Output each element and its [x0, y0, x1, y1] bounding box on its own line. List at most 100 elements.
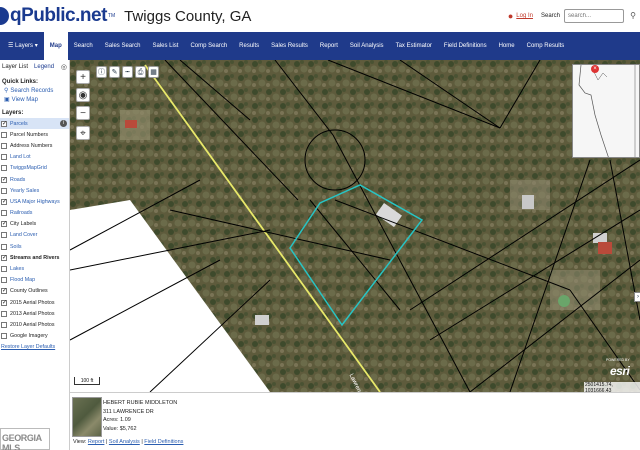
nav-sales-results[interactable]: Sales Results — [265, 32, 314, 60]
layer-row[interactable]: ✓ USA Major Highways — [0, 196, 69, 207]
overview-map[interactable] — [572, 64, 640, 158]
nav-comp-search[interactable]: Comp Search — [184, 32, 233, 60]
coordinate-readout: 2501415.74, 1031666.43 — [584, 382, 640, 392]
parcel-details: HEBERT RUBIE MIDDLETON 311 LAWRENCE DR A… — [103, 399, 177, 433]
layer-label: Parcel Numbers — [10, 131, 48, 138]
layer-label: Land Lot — [10, 154, 31, 161]
view-map-link[interactable]: ▣ View Map — [4, 96, 69, 105]
tab-layer-list[interactable]: Layer List — [2, 64, 28, 70]
layer-row[interactable]: Address Numbers — [0, 140, 69, 151]
locate-button[interactable]: ⌖ — [76, 126, 90, 140]
nav-layers[interactable]: ☰ Layers ▾ — [0, 32, 44, 60]
nav-sales-list[interactable]: Sales List — [146, 32, 184, 60]
info-tool-button[interactable]: ⓘ — [96, 66, 107, 78]
layer-checkbox[interactable] — [1, 187, 7, 194]
layer-checkbox[interactable]: ✓ — [1, 299, 7, 306]
nav-home[interactable]: Home — [493, 32, 521, 60]
georgia-mls-watermark: GEORGIA MLS — [0, 428, 50, 450]
overview-county-outline — [573, 65, 639, 157]
measure-tool-button[interactable]: ┅ — [122, 66, 133, 78]
soil-analysis-link[interactable]: Soil Analysis — [109, 439, 140, 445]
layer-checkbox[interactable] — [1, 321, 7, 328]
restore-layer-defaults-link[interactable]: Restore Layer Defaults — [1, 344, 69, 350]
search-input[interactable] — [564, 9, 624, 23]
layer-row[interactable]: Lakes — [0, 263, 69, 274]
layer-checkbox[interactable] — [1, 266, 7, 273]
layer-row[interactable]: ✓ 2015 Aerial Photos — [0, 297, 69, 308]
pencil-tool-button[interactable]: ✎ — [109, 66, 120, 78]
layer-row[interactable]: ✓ Streams and Rivers — [0, 252, 69, 263]
layer-checkbox[interactable]: ✓ — [1, 198, 7, 205]
layer-checkbox[interactable] — [1, 277, 7, 284]
layer-row[interactable]: ✓ City Labels — [0, 219, 69, 230]
qpublic-logo[interactable]: qPublic.net TM — [0, 5, 115, 27]
county-title: Twiggs County, GA — [124, 7, 252, 25]
layer-checkbox[interactable] — [1, 210, 7, 217]
layer-row[interactable]: ✓ Parcels i — [0, 118, 69, 130]
layer-row[interactable]: Railroads — [0, 208, 69, 219]
layer-label: Soils — [10, 243, 22, 250]
user-icon: ● — [507, 11, 514, 21]
layer-checkbox[interactable] — [1, 142, 7, 149]
layer-checkbox[interactable]: ✓ — [1, 221, 7, 228]
layer-checkbox[interactable]: ✓ — [1, 254, 7, 261]
pool — [558, 295, 570, 307]
field-definitions-link[interactable]: Field Definitions — [144, 439, 183, 445]
esri-logo: esri — [610, 364, 630, 378]
search-records-link[interactable]: ⚲ Search Records — [4, 87, 69, 96]
layer-checkbox[interactable] — [1, 131, 7, 138]
layer-row[interactable]: Google Imagery — [0, 331, 69, 342]
aerial-map[interactable] — [70, 60, 640, 392]
layer-checkbox[interactable] — [1, 154, 7, 161]
nav-tax-estimator[interactable]: Tax Estimator — [390, 32, 438, 60]
layer-row[interactable]: 2010 Aerial Photos — [0, 319, 69, 330]
layer-row[interactable]: ✓ Roads — [0, 174, 69, 185]
nav-field-definitions[interactable]: Field Definitions — [438, 32, 493, 60]
target-icon[interactable]: ◎ — [61, 63, 67, 71]
layer-row[interactable]: Yearly Sales — [0, 185, 69, 196]
report-link[interactable]: Report — [88, 439, 105, 445]
layer-row[interactable]: Parcel Numbers — [0, 129, 69, 140]
layer-row[interactable]: Flood Map — [0, 275, 69, 286]
layer-checkbox[interactable] — [1, 310, 7, 317]
nav-results[interactable]: Results — [233, 32, 265, 60]
extent-tool-button[interactable]: ▦ — [148, 66, 159, 78]
layer-checkbox[interactable]: ✓ — [1, 120, 7, 127]
header-actions: ● Log In Search ⚲ — [508, 0, 640, 32]
layer-checkbox[interactable] — [1, 165, 7, 172]
layer-checkbox[interactable]: ✓ — [1, 288, 7, 295]
parcel-info-panel: HEBERT RUBIE MIDDLETON 311 LAWRENCE DR A… — [70, 392, 640, 450]
parcel-address: 311 LAWRENCE DR — [103, 408, 154, 415]
layer-row[interactable]: Soils — [0, 241, 69, 252]
layer-row[interactable]: Land Lot — [0, 152, 69, 163]
nav-comp-results[interactable]: Comp Results — [521, 32, 571, 60]
zoom-in-button[interactable]: + — [76, 70, 90, 84]
search-icon[interactable]: ⚲ — [626, 9, 640, 23]
building — [125, 120, 137, 128]
layer-checkbox[interactable] — [1, 243, 7, 250]
owner-name: HEBERT RUBIE MIDDLETON — [103, 400, 178, 406]
zoom-out-button[interactable]: − — [76, 106, 90, 120]
search-icon: ⚲ — [4, 88, 9, 94]
nav-soil-analysis[interactable]: Soil Analysis — [344, 32, 390, 60]
layer-checkbox[interactable] — [1, 232, 7, 239]
nav-report[interactable]: Report — [314, 32, 344, 60]
info-icon[interactable]: i — [60, 120, 67, 127]
nav-map[interactable]: Map — [43, 32, 68, 60]
tab-legend[interactable]: Legend — [34, 64, 54, 70]
side-panel-button[interactable]: › — [634, 292, 640, 302]
nav-sales-search[interactable]: Sales Search — [99, 32, 147, 60]
globe-button[interactable]: ◉ — [76, 88, 90, 102]
layer-row[interactable]: Land Cover — [0, 230, 69, 241]
layer-checkbox[interactable]: ✓ — [1, 176, 7, 183]
map-view[interactable]: ⓘ ✎ ┅ ⎙ ▦ + ◉ − ⌖ × › Lawrence Dr 100 ft… — [70, 60, 640, 392]
nav-search[interactable]: Search — [68, 32, 99, 60]
parcel-thumbnail[interactable] — [72, 397, 102, 437]
layer-row[interactable]: ✓ County Outlines — [0, 286, 69, 297]
layer-row[interactable]: TwiggsMapGrid — [0, 163, 69, 174]
print-tool-button[interactable]: ⎙ — [135, 66, 146, 78]
layer-row[interactable]: 2013 Aerial Photos — [0, 308, 69, 319]
layer-checkbox[interactable] — [1, 333, 7, 340]
overview-close-icon[interactable]: × — [591, 65, 599, 73]
login-link[interactable]: Log In — [516, 13, 533, 19]
